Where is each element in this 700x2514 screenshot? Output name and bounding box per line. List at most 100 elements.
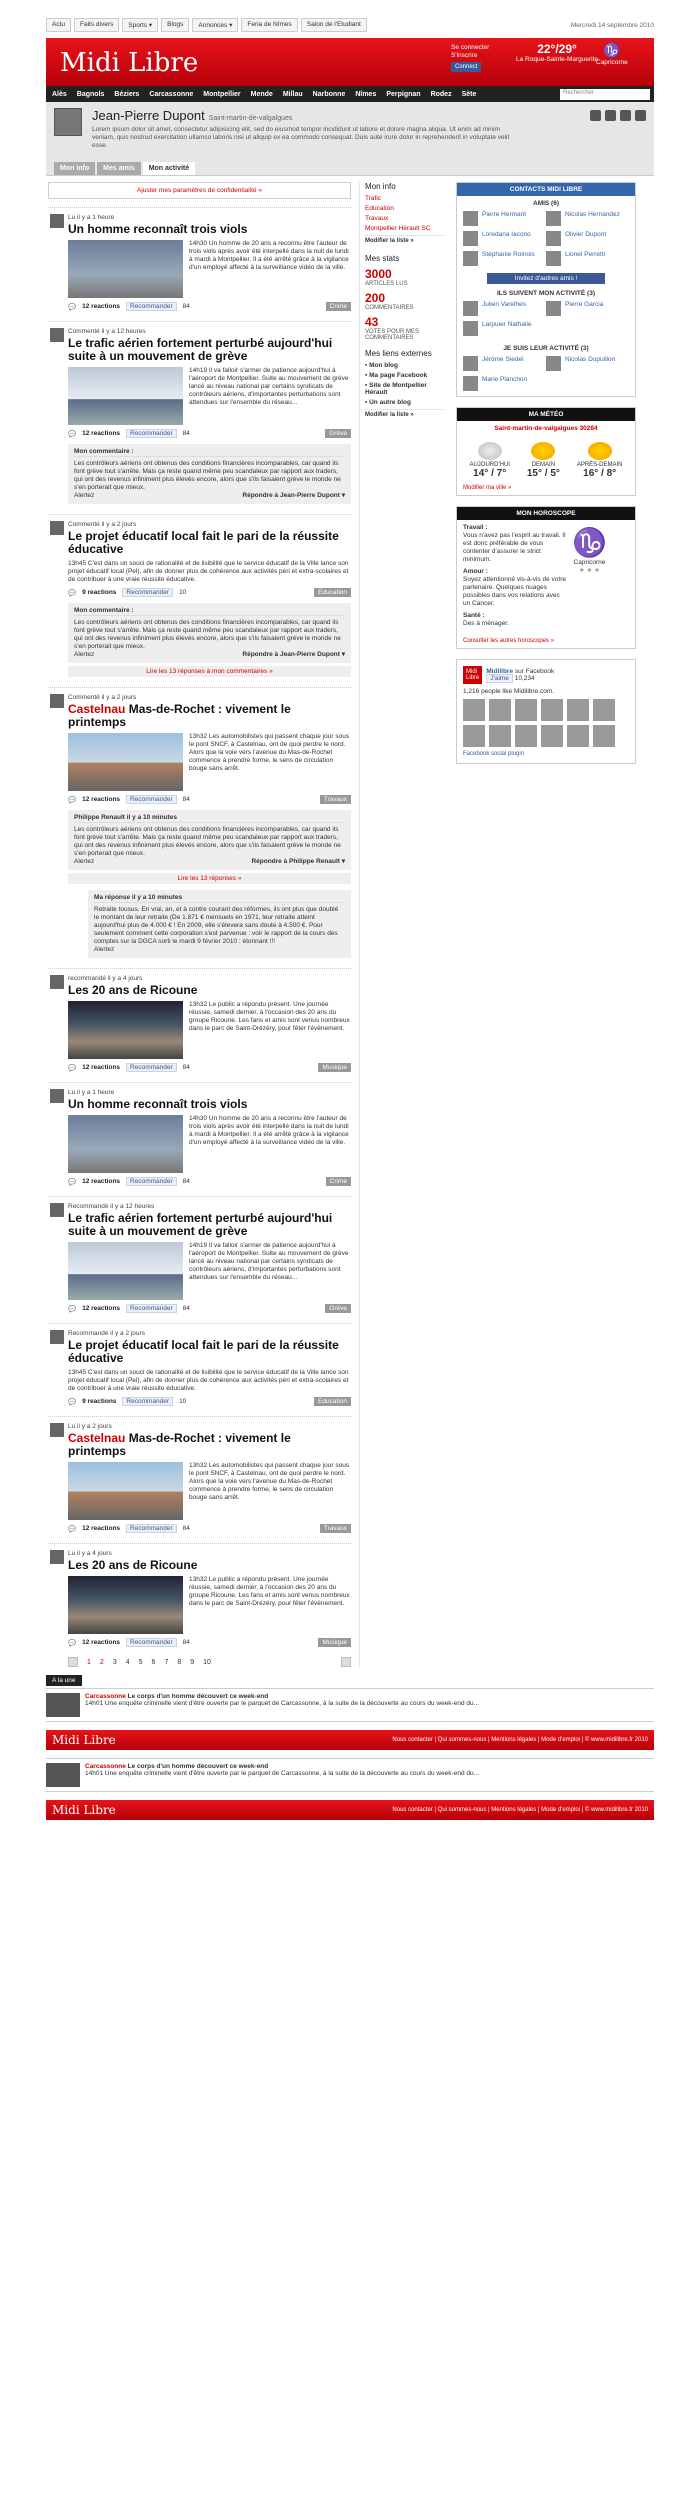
site-logo[interactable]: Midi Libre bbox=[60, 48, 198, 78]
category-link[interactable]: Nîmes bbox=[355, 91, 376, 98]
prev-page-button[interactable] bbox=[68, 1657, 78, 1667]
page-number[interactable]: 2 bbox=[100, 1659, 104, 1666]
post-title[interactable]: Les 20 ans de Ricoune bbox=[68, 1559, 351, 1572]
more-replies-link[interactable]: Lire les 13 réponses à mon commentaires … bbox=[68, 666, 351, 677]
external-link[interactable]: ▪ Site de Montpellier Hérault bbox=[365, 382, 444, 396]
contact-item[interactable]: Loredana Iacono bbox=[463, 231, 546, 246]
headline-row-2[interactable]: Carcassonne Le corps d'un homme découver… bbox=[46, 1758, 654, 1792]
reply-button[interactable]: Répondre à Philippe Renault ▾ bbox=[251, 858, 345, 866]
contact-name[interactable]: Larpuier Nathalie bbox=[482, 321, 532, 336]
topic-tag[interactable]: Musique bbox=[318, 1063, 351, 1072]
contact-item[interactable]: Nicolas Hernandez bbox=[546, 211, 629, 226]
post-title[interactable]: Castelnau Mas-de-Rochet : vivement le pr… bbox=[68, 703, 351, 729]
contact-name[interactable]: Pierre Garcia bbox=[565, 301, 603, 316]
category-link[interactable]: Perpignan bbox=[386, 91, 420, 98]
post-title-text[interactable]: Le trafic aérien fortement perturbé aujo… bbox=[68, 336, 332, 363]
contact-item[interactable]: Jérôme Siedel bbox=[463, 356, 546, 371]
modify-external-link[interactable]: Modifier la liste » bbox=[365, 409, 444, 418]
category-link[interactable]: Sète bbox=[462, 91, 477, 98]
category-link[interactable]: Béziers bbox=[114, 91, 139, 98]
external-link[interactable]: ▪ Mon blog bbox=[365, 362, 444, 369]
message-icon[interactable] bbox=[590, 110, 601, 121]
post-image[interactable] bbox=[68, 367, 183, 425]
topic-tag[interactable]: Travaux bbox=[319, 795, 351, 804]
profile-tab[interactable]: Mon activité bbox=[142, 162, 196, 175]
reply-button[interactable]: Répondre à Jean-Pierre Dupont ▾ bbox=[242, 651, 345, 659]
headline-item[interactable]: Carcassonne Le corps d'un homme découver… bbox=[46, 1688, 654, 1722]
post-image[interactable] bbox=[68, 1462, 183, 1520]
page-number[interactable]: 8 bbox=[177, 1659, 181, 1666]
contact-name[interactable]: Nicolas Hernandez bbox=[565, 211, 620, 226]
contact-name[interactable]: Julien Varelhes bbox=[482, 301, 526, 316]
top-nav-link[interactable]: Blogs bbox=[161, 18, 190, 32]
header-weather[interactable]: 22°/29° La Roque-Sainte-Marguerite bbox=[516, 42, 598, 63]
post-title-text[interactable]: Un homme reconnaît trois viols bbox=[68, 1097, 247, 1111]
reactions-link[interactable]: 9 reactions bbox=[82, 1398, 116, 1405]
contact-name[interactable]: Nicolas Dupuillon bbox=[565, 356, 615, 371]
category-link[interactable]: Mende bbox=[251, 91, 273, 98]
topic-tag[interactable]: Education bbox=[314, 588, 351, 597]
print-icon[interactable] bbox=[605, 110, 616, 121]
post-title-text[interactable]: Le trafic aérien fortement perturbé aujo… bbox=[68, 1211, 332, 1238]
external-link[interactable]: ▪ Un autre blog bbox=[365, 399, 444, 406]
contact-item[interactable]: Nicolas Dupuillon bbox=[546, 356, 629, 371]
post-title-text[interactable]: Le projet éducatif local fait le pari de… bbox=[68, 529, 339, 556]
search-input[interactable]: Rechercher bbox=[560, 88, 650, 100]
topic-tag[interactable]: Musique bbox=[318, 1638, 351, 1647]
post-image[interactable] bbox=[68, 1001, 183, 1059]
next-page-button[interactable] bbox=[341, 1657, 351, 1667]
page-number[interactable]: 9 bbox=[190, 1659, 194, 1666]
post-title[interactable]: Un homme reconnaît trois viols bbox=[68, 1098, 351, 1111]
reply-button[interactable]: Répondre à Jean-Pierre Dupont ▾ bbox=[242, 492, 345, 500]
footer-links-2[interactable]: Nous contacter | Qui sommes-nous | Menti… bbox=[392, 1807, 648, 1813]
contact-name[interactable]: Stéphanie Rolnois bbox=[482, 251, 535, 266]
reactions-link[interactable]: 12 reactions bbox=[82, 1178, 120, 1185]
info-link[interactable]: Travaux bbox=[365, 215, 444, 222]
post-title[interactable]: Le trafic aérien fortement perturbé aujo… bbox=[68, 1212, 351, 1238]
alert-link[interactable]: Alertez bbox=[74, 651, 94, 659]
facebook-recommend-button[interactable]: Recommander bbox=[126, 1638, 177, 1647]
alert-link[interactable]: Alertez bbox=[94, 946, 345, 954]
facebook-recommend-button[interactable]: Recommander bbox=[126, 795, 177, 804]
contact-item[interactable]: Pierre Garcia bbox=[546, 301, 629, 316]
info-link[interactable]: Montpellier Hérault SC bbox=[365, 225, 444, 232]
privacy-settings-link[interactable]: Ajuster mes paramètres de confidentialit… bbox=[48, 182, 351, 199]
post-title[interactable]: Le projet éducatif local fait le pari de… bbox=[68, 530, 351, 556]
external-link[interactable]: ▪ Ma page Facebook bbox=[365, 372, 444, 379]
header-horoscope[interactable]: ♑ Capricorne bbox=[596, 42, 628, 66]
contact-item[interactable]: Lionel Perretti bbox=[546, 251, 629, 266]
top-nav-link[interactable]: Annonces ▾ bbox=[192, 18, 239, 32]
footer-logo-2[interactable]: Midi Libre bbox=[52, 1803, 116, 1817]
post-image[interactable] bbox=[68, 1576, 183, 1634]
facebook-recommend-button[interactable]: Recommander bbox=[126, 302, 177, 311]
category-link[interactable]: Alès bbox=[52, 91, 67, 98]
post-title-text[interactable]: Un homme reconnaît trois viols bbox=[68, 222, 247, 236]
page-number[interactable]: 7 bbox=[164, 1659, 168, 1666]
page-number[interactable]: 3 bbox=[113, 1659, 117, 1666]
facebook-recommend-button[interactable]: Recommander bbox=[126, 1304, 177, 1313]
post-image[interactable] bbox=[68, 733, 183, 791]
other-horoscopes-link[interactable]: Consulter les autres horoscopes » bbox=[457, 636, 635, 648]
register-link[interactable]: S'inscrire bbox=[451, 52, 489, 60]
category-link[interactable]: Rodez bbox=[431, 91, 452, 98]
page-number[interactable]: 6 bbox=[152, 1659, 156, 1666]
contact-item[interactable]: Olivier Dupont bbox=[546, 231, 629, 246]
facebook-recommend-button[interactable]: Recommander bbox=[126, 1177, 177, 1186]
facebook-like-button[interactable]: J'aime bbox=[486, 674, 513, 683]
headline-location[interactable]: Carcassonne bbox=[85, 1763, 126, 1770]
headline-thumb[interactable] bbox=[46, 1693, 80, 1717]
topic-tag[interactable]: Grève bbox=[325, 429, 351, 438]
facebook-recommend-button[interactable]: Recommander bbox=[126, 1524, 177, 1533]
page-number[interactable]: 5 bbox=[139, 1659, 143, 1666]
topic-tag[interactable]: Crime bbox=[325, 302, 351, 311]
reactions-link[interactable]: 12 reactions bbox=[82, 1064, 120, 1071]
top-nav-link[interactable]: Faits divers bbox=[74, 18, 120, 32]
post-title-text[interactable]: Le projet éducatif local fait le pari de… bbox=[68, 1338, 339, 1365]
invite-friends-button[interactable]: Invitez d'autres amis ! bbox=[487, 273, 605, 284]
contact-name[interactable]: Pierre Hermant bbox=[482, 211, 526, 226]
facebook-recommend-button[interactable]: Recommander bbox=[126, 1063, 177, 1072]
post-image[interactable] bbox=[68, 240, 183, 298]
gear-icon[interactable] bbox=[620, 110, 631, 121]
post-title-text[interactable]: Les 20 ans de Ricoune bbox=[68, 983, 197, 997]
facebook-connect-button[interactable]: Connect bbox=[451, 62, 482, 72]
